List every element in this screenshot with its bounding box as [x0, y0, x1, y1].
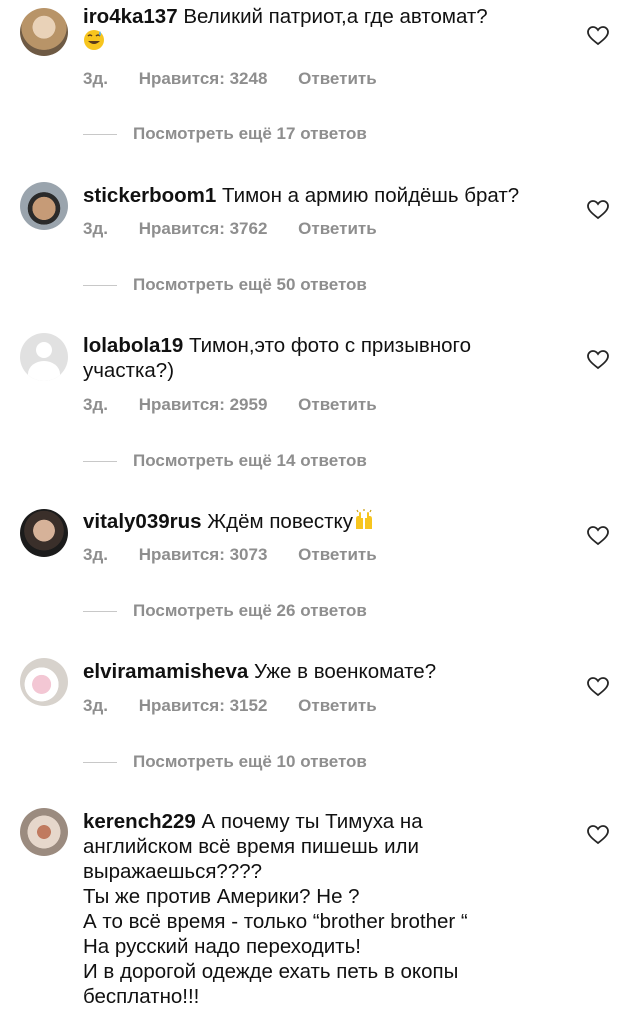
heart-icon[interactable] [586, 823, 610, 847]
reply-button[interactable]: Ответить [298, 69, 377, 89]
view-more-replies[interactable]: Посмотреть ещё 17 ответов [83, 124, 367, 146]
avatar[interactable] [20, 808, 68, 856]
default-avatar-head [36, 342, 52, 358]
comment-username[interactable]: iro4ka137 [83, 5, 178, 28]
heart-icon[interactable] [586, 348, 610, 372]
comment-text: kerench229 А почему ты Тимуха на английс… [83, 809, 533, 1009]
avatar[interactable] [20, 8, 68, 56]
comment-meta: 3д. Нравится: 2959 Ответить [83, 395, 377, 415]
comment-meta: 3д. Нравится: 3762 Ответить [83, 219, 377, 239]
view-replies-label[interactable]: Посмотреть ещё 50 ответов [133, 275, 367, 294]
comment-line: И в дорогой одежде ехать петь в окопы бе… [83, 960, 459, 1008]
view-replies-label[interactable]: Посмотреть ещё 17 ответов [133, 124, 367, 143]
replies-divider [83, 762, 117, 764]
comment-body: Ждём повестку [207, 510, 353, 533]
view-more-replies[interactable]: Посмотреть ещё 10 ответов [83, 752, 367, 774]
comment-likes[interactable]: Нравится: 3073 [139, 545, 268, 565]
comment-time: 3д. [83, 696, 108, 715]
reply-button[interactable]: Ответить [298, 696, 377, 716]
comment-text: elviramamisheva Уже в военкомате? [83, 659, 528, 684]
raising-hands-emoji [353, 509, 375, 531]
comment-username[interactable]: lolabola19 [83, 334, 183, 357]
comment-body: Тимон а армию пойдёшь брат? [222, 184, 520, 207]
comment-text: stickerboom1 Тимон а армию пойдёшь брат? [83, 183, 528, 208]
heart-icon[interactable] [586, 24, 610, 48]
comment-time: 3д. [83, 545, 108, 564]
comment-text: iro4ka137 Великий патриот,а где автомат? [83, 4, 528, 54]
view-replies-label[interactable]: Посмотреть ещё 26 ответов [133, 601, 367, 620]
comment-body: Уже в военкомате? [253, 660, 437, 683]
comment-text: lolabola19 Тимон,это фото с призывного у… [83, 333, 528, 383]
replies-divider [83, 134, 117, 136]
comment-meta: 3д. Нравится: 3248 Ответить [83, 69, 377, 89]
view-more-replies[interactable]: Посмотреть ещё 26 ответов [83, 601, 367, 623]
replies-divider [83, 611, 117, 613]
avatar[interactable] [20, 182, 68, 230]
heart-icon[interactable] [586, 675, 610, 699]
comment-meta: 3д. Нравится: 3073 Ответить [83, 545, 377, 565]
comment-line: А то всё время - только “brother brother… [83, 910, 468, 933]
view-replies-label[interactable]: Посмотреть ещё 14 ответов [133, 451, 367, 470]
comment-meta: 3д. Нравится: 3152 Ответить [83, 696, 377, 716]
avatar[interactable] [20, 333, 68, 381]
comment-time: 3д. [83, 395, 108, 414]
default-avatar-body [28, 361, 60, 381]
heart-icon[interactable] [586, 198, 610, 222]
view-replies-label[interactable]: Посмотреть ещё 10 ответов [133, 752, 367, 771]
avatar[interactable] [20, 509, 68, 557]
view-more-replies[interactable]: Посмотреть ещё 50 ответов [83, 275, 367, 297]
comment-username[interactable]: elviramamisheva [83, 660, 248, 683]
reply-button[interactable]: Ответить [298, 395, 377, 415]
replies-divider [83, 461, 117, 463]
avatar[interactable] [20, 658, 68, 706]
comment-likes[interactable]: Нравится: 3152 [139, 696, 268, 716]
comment-body: Великий патриот,а где автомат? [183, 5, 488, 28]
reply-button[interactable]: Ответить [298, 545, 377, 565]
view-more-replies[interactable]: Посмотреть ещё 14 ответов [83, 451, 367, 473]
comment-time: 3д. [83, 219, 108, 238]
heart-icon[interactable] [586, 524, 610, 548]
comment-time: 3д. [83, 69, 108, 88]
comment-line: Ты же против Америки? Не ? [83, 885, 360, 908]
comment-likes[interactable]: Нравится: 2959 [139, 395, 268, 415]
comment-line: На русский надо переходить! [83, 935, 361, 958]
comment-text: vitaly039rus Ждём повестку [83, 509, 528, 534]
reply-button[interactable]: Ответить [298, 219, 377, 239]
grinning-sweat-emoji [83, 29, 105, 51]
replies-divider [83, 285, 117, 287]
comment-likes[interactable]: Нравится: 3762 [139, 219, 268, 239]
comment-username[interactable]: stickerboom1 [83, 184, 216, 207]
comment-likes[interactable]: Нравится: 3248 [139, 69, 268, 89]
comment-username[interactable]: kerench229 [83, 810, 196, 833]
comment-username[interactable]: vitaly039rus [83, 510, 202, 533]
